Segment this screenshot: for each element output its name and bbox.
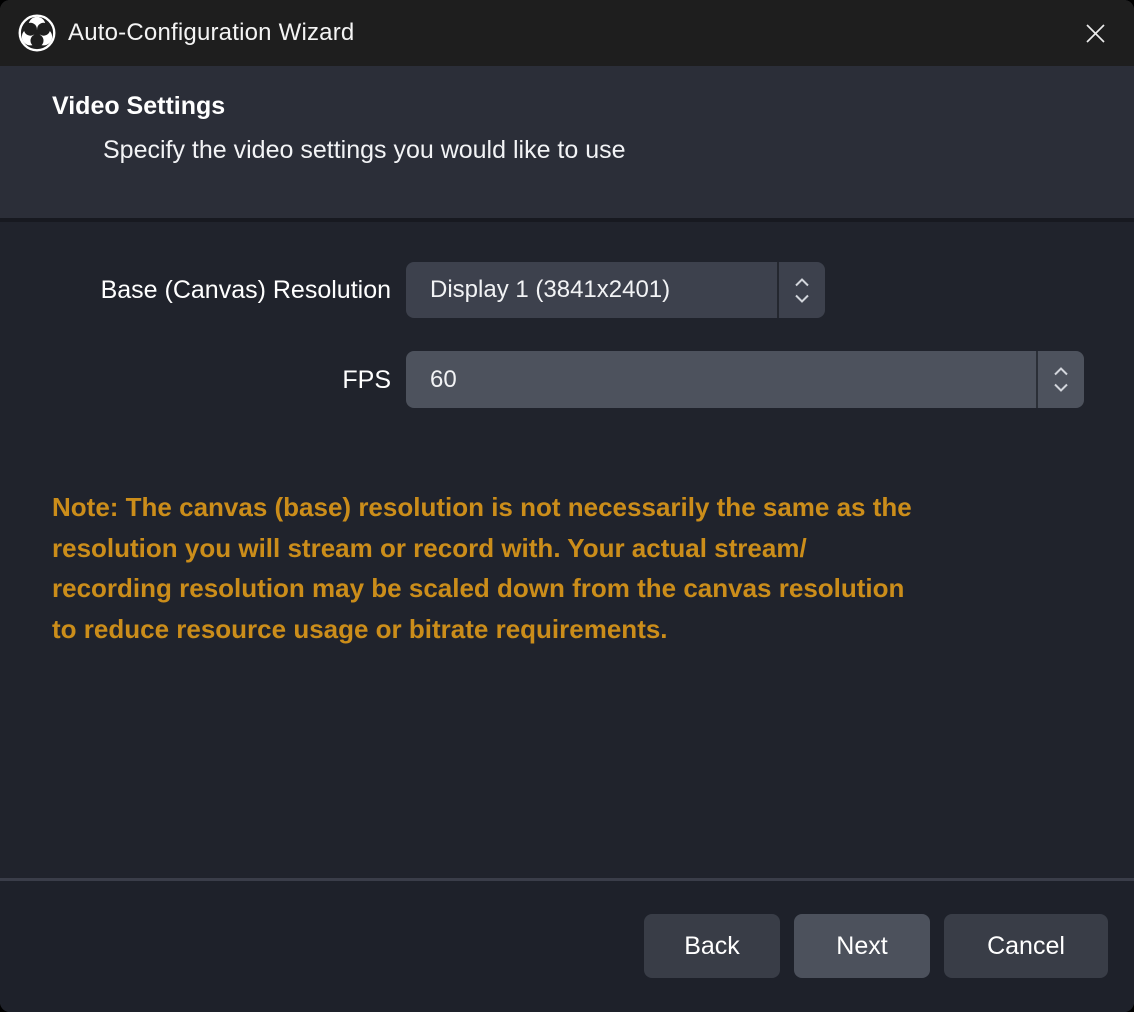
page-title: Video Settings — [52, 92, 225, 121]
chevron-down-icon — [1053, 383, 1069, 392]
next-button[interactable]: Next — [794, 914, 930, 978]
footer-bar: Back Next Cancel — [0, 881, 1134, 1012]
wizard-form: Base (Canvas) Resolution Display 1 (3841… — [0, 222, 1134, 878]
wizard-step-header: Video Settings Specify the video setting… — [0, 66, 1134, 218]
resolution-spinner[interactable] — [777, 262, 825, 318]
fps-value: 60 — [406, 366, 1036, 394]
note-line: to reduce resource usage or bitrate requ… — [52, 609, 1072, 650]
note-text: Note: The canvas (base) resolution is no… — [52, 487, 1072, 649]
window-title: Auto-Configuration Wizard — [68, 19, 354, 47]
page-subtitle: Specify the video settings you would lik… — [103, 136, 626, 165]
close-icon — [1082, 20, 1109, 47]
auto-config-wizard-dialog: Auto-Configuration Wizard Video Settings… — [0, 0, 1134, 1012]
fps-select[interactable]: 60 — [406, 351, 1084, 408]
note-line: recording resolution may be scaled down … — [52, 568, 1072, 609]
resolution-select[interactable]: Display 1 (3841x2401) — [406, 262, 825, 318]
note-line: resolution you will stream or record wit… — [52, 528, 1072, 569]
back-button[interactable]: Back — [644, 914, 780, 978]
fps-label: FPS — [0, 366, 391, 395]
close-button[interactable] — [1072, 10, 1118, 56]
note-line: Note: The canvas (base) resolution is no… — [52, 487, 1072, 528]
resolution-value: Display 1 (3841x2401) — [406, 276, 777, 304]
titlebar: Auto-Configuration Wizard — [0, 0, 1134, 66]
resolution-label: Base (Canvas) Resolution — [0, 276, 391, 305]
obs-logo-icon — [18, 14, 56, 52]
chevron-down-icon — [794, 294, 810, 303]
cancel-button[interactable]: Cancel — [944, 914, 1108, 978]
chevron-up-icon — [1053, 367, 1069, 376]
chevron-up-icon — [794, 278, 810, 287]
fps-spinner[interactable] — [1036, 351, 1084, 408]
